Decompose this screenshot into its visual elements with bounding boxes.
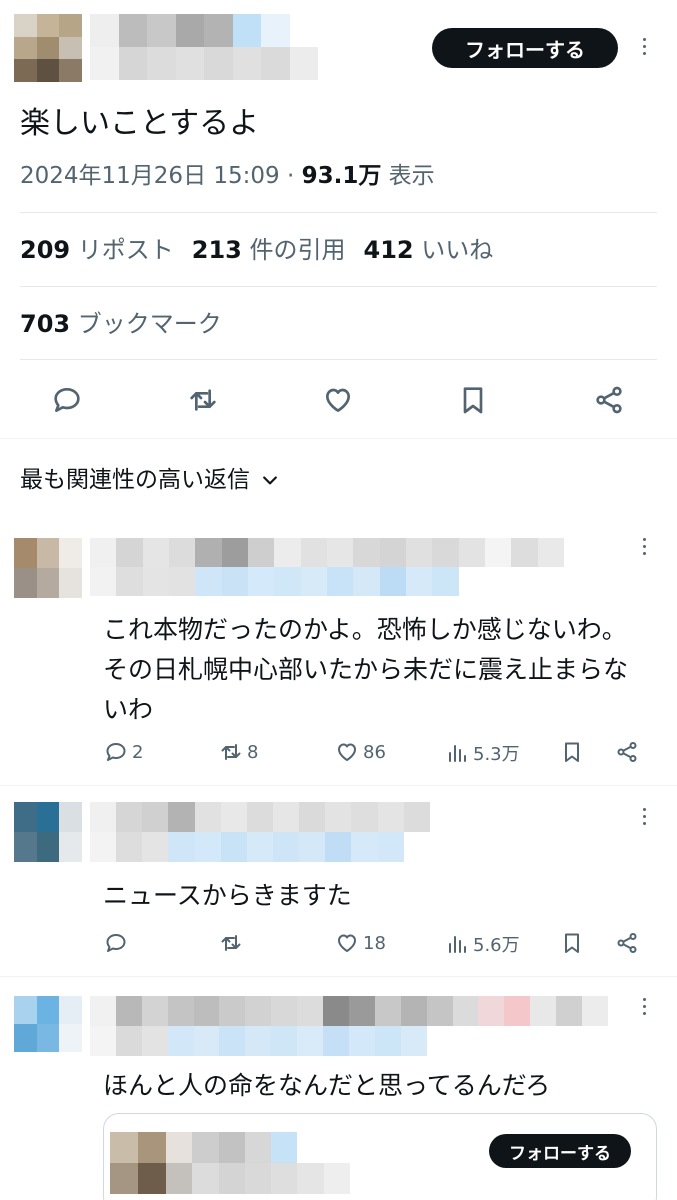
like-count: 86 bbox=[363, 741, 386, 763]
follow-button[interactable]: フォローする bbox=[432, 28, 618, 68]
engagement-stats: 209 リポスト 213 件の引用 412 いいね bbox=[20, 232, 493, 268]
views-icon bbox=[449, 936, 466, 953]
more-icon[interactable] bbox=[641, 38, 647, 55]
reply-text: ニュースからきますた bbox=[103, 881, 352, 910]
reposts-label: リポスト bbox=[77, 236, 174, 264]
quotes-count: 213 bbox=[191, 236, 242, 264]
bookmarks-label: ブックマーク bbox=[77, 310, 222, 338]
bookmark-button[interactable] bbox=[560, 740, 584, 764]
reply-avatar[interactable] bbox=[14, 996, 82, 1052]
repost-icon bbox=[221, 935, 241, 951]
tweet-text: 楽しいことするよ bbox=[20, 106, 260, 141]
author-avatar[interactable] bbox=[14, 14, 82, 82]
more-icon[interactable] bbox=[641, 538, 647, 555]
bookmarks-count: 703 bbox=[20, 310, 71, 338]
more-icon[interactable] bbox=[641, 998, 647, 1015]
like-button[interactable]: 86 bbox=[335, 740, 386, 764]
views-button[interactable]: 5.6万 bbox=[445, 931, 520, 957]
more-icon[interactable] bbox=[641, 808, 647, 825]
reply-author-name[interactable] bbox=[90, 802, 456, 862]
views-label: 表示 bbox=[388, 163, 435, 189]
chevron-down-icon bbox=[263, 476, 277, 485]
quoted-follow-button[interactable]: フォローする bbox=[489, 1134, 631, 1168]
likes-count: 412 bbox=[363, 236, 414, 264]
reply-icon bbox=[106, 934, 126, 952]
reply-sort-selector[interactable]: 最も関連性の高い返信 bbox=[20, 462, 280, 498]
likes-stat[interactable]: 412 いいね bbox=[364, 236, 494, 264]
bookmark-button[interactable] bbox=[453, 380, 493, 420]
like-icon bbox=[338, 934, 356, 952]
views-icon bbox=[449, 745, 466, 762]
tweet-meta: 2024年11月26日 15:09 · 93.1万 表示 bbox=[20, 158, 435, 194]
divider bbox=[0, 785, 677, 786]
like-icon bbox=[326, 388, 350, 412]
reply-count: 2 bbox=[132, 741, 144, 763]
bookmark-icon bbox=[463, 387, 483, 414]
like-icon bbox=[338, 743, 356, 761]
bookmark-button[interactable] bbox=[560, 931, 584, 955]
repost-button[interactable]: 8 bbox=[219, 740, 258, 764]
reply-button[interactable]: 2 bbox=[104, 740, 143, 764]
divider bbox=[0, 438, 677, 439]
repost-icon bbox=[190, 389, 216, 411]
reposts-count: 209 bbox=[20, 236, 71, 264]
reply-avatar[interactable] bbox=[14, 802, 82, 862]
bookmark-icon bbox=[565, 933, 579, 953]
meta-separator: · bbox=[286, 163, 295, 189]
divider bbox=[20, 286, 657, 287]
reply-button[interactable] bbox=[47, 380, 87, 420]
share-icon bbox=[617, 742, 637, 762]
repost-icon bbox=[221, 744, 241, 760]
tweet-datetime[interactable]: 2024年11月26日 15:09 bbox=[20, 163, 280, 189]
reply-avatar[interactable] bbox=[14, 538, 82, 598]
views-count: 93.1万 bbox=[301, 163, 382, 189]
reply-author-name[interactable] bbox=[90, 996, 608, 1056]
reply-author-name[interactable] bbox=[90, 538, 564, 596]
share-button[interactable] bbox=[589, 380, 629, 420]
repost-button[interactable] bbox=[219, 931, 243, 955]
author-name[interactable] bbox=[90, 14, 318, 80]
likes-label: いいね bbox=[421, 236, 494, 264]
share-button[interactable] bbox=[615, 740, 639, 764]
quotes-label: 件の引用 bbox=[249, 236, 346, 264]
reply-icon bbox=[106, 743, 126, 761]
like-count: 18 bbox=[363, 932, 386, 954]
quoted-author-avatar[interactable] bbox=[110, 1132, 166, 1194]
divider bbox=[20, 212, 657, 213]
share-icon bbox=[596, 386, 622, 414]
bookmarks-stat[interactable]: 703 ブックマーク bbox=[20, 306, 222, 342]
like-button[interactable] bbox=[318, 380, 358, 420]
reposts-stat[interactable]: 209 リポスト bbox=[20, 236, 174, 264]
reply-text: これ本物だったのかよ。恐怖しか感じないわ。その日札幌中心部いたから未だに震え止ま… bbox=[103, 615, 629, 724]
reply-icon bbox=[54, 388, 80, 412]
views-count: 5.3万 bbox=[473, 744, 520, 765]
quoted-tweet-card[interactable]: フォローする bbox=[103, 1113, 657, 1200]
divider bbox=[0, 976, 677, 977]
reply-text: ほんと人の命をなんだと思ってるんだろ bbox=[103, 1071, 551, 1100]
quoted-author-name[interactable] bbox=[166, 1132, 350, 1194]
repost-button[interactable] bbox=[183, 380, 223, 420]
views-count: 5.6万 bbox=[473, 935, 520, 956]
divider bbox=[20, 359, 657, 360]
share-icon bbox=[617, 933, 637, 953]
repost-count: 8 bbox=[247, 741, 259, 763]
views-button[interactable]: 5.3万 bbox=[445, 740, 520, 766]
quotes-stat[interactable]: 213 件の引用 bbox=[192, 236, 346, 264]
bookmark-icon bbox=[565, 742, 579, 762]
reply-sort-label: 最も関連性の高い返信 bbox=[20, 467, 250, 493]
share-button[interactable] bbox=[615, 931, 639, 955]
like-button[interactable]: 18 bbox=[335, 931, 386, 955]
reply-button[interactable] bbox=[104, 931, 128, 955]
